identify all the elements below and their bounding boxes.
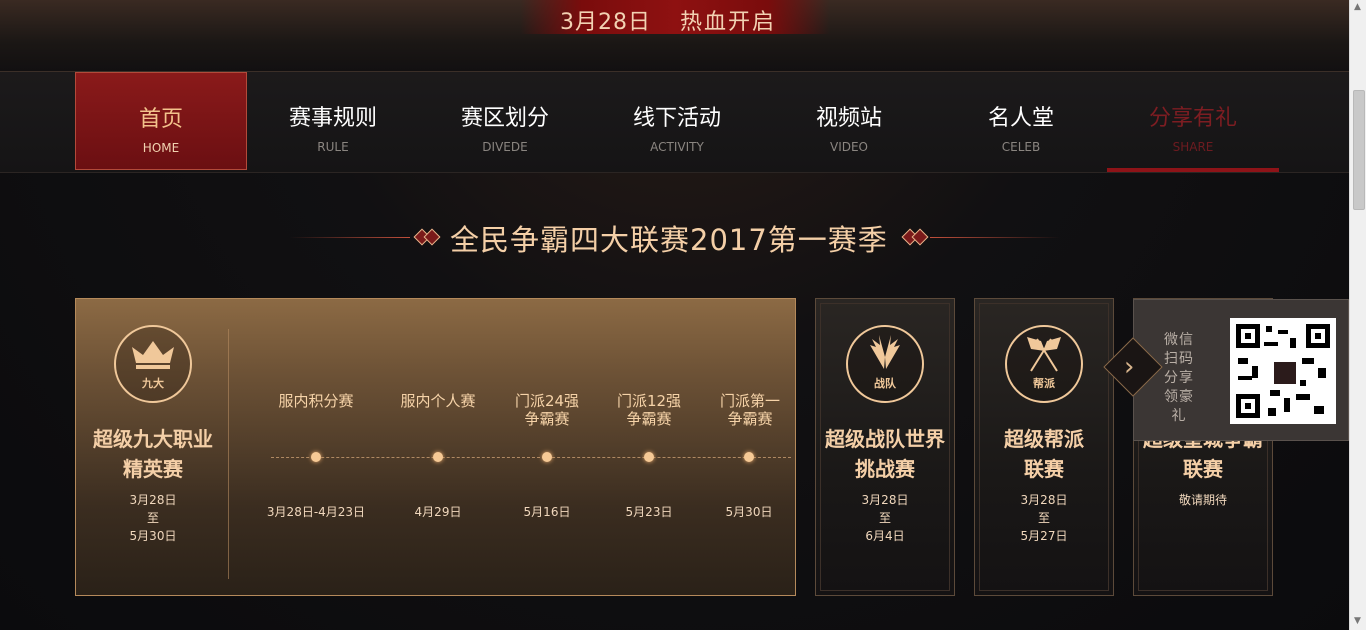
date-sep: 至 <box>1037 511 1050 525</box>
nav-item-sublabel: RULE <box>317 140 349 154</box>
nav-item-label: 赛事规则 <box>288 106 377 131</box>
stage-date: 4月29日 <box>414 505 462 519</box>
card-title-line: 挑战赛 <box>855 457 915 481</box>
flags-icon: 帮派 <box>1005 325 1083 403</box>
nav-active-underline <box>1107 168 1279 172</box>
title-line-left <box>290 237 410 238</box>
date-start: 3月28日 <box>861 493 909 507</box>
stage-label-line: 服内积分赛 <box>278 392 354 410</box>
scroll-up-icon[interactable]: ▲ <box>1354 2 1361 12</box>
nav-item-sublabel: SHARE <box>1172 140 1214 154</box>
stage-label: 服内积分赛 <box>268 392 364 410</box>
nav-item-sublabel: ACTIVITY <box>650 140 704 154</box>
crown-icon: 九大 <box>114 325 192 403</box>
date-start: 3月28日 <box>1020 493 1068 507</box>
nav-item-share[interactable]: 分享有礼 SHARE <box>1107 72 1279 172</box>
card-date: 3月28日 至 6月4日 <box>816 491 954 545</box>
banner-date: 3月28日 <box>560 10 651 35</box>
stage-dot <box>542 452 552 462</box>
date-sep: 至 <box>146 511 159 525</box>
main-nav: 首页 HOME 赛事规则 RULE 赛区划分 DIVEDE 线下活动 ACTIV… <box>0 71 1349 173</box>
stage-label-line: 门派12强 <box>616 392 682 410</box>
nav-item-home[interactable]: 首页 HOME <box>75 72 247 170</box>
date-start: 3月28日 <box>129 493 177 507</box>
stage-date: 5月30日 <box>725 505 773 519</box>
qr-code <box>1230 318 1336 424</box>
date-end: 5月27日 <box>1020 529 1068 543</box>
qr-logo <box>1272 360 1298 386</box>
stage-date: 3月28日-4月23日 <box>266 505 366 519</box>
nav-item-label: 名人堂 <box>987 106 1054 131</box>
stage-date: 5月23日 <box>625 505 673 519</box>
nav-item-label: 分享有礼 <box>1148 106 1237 131</box>
nav-item-activity[interactable]: 线下活动 ACTIVITY <box>591 72 763 170</box>
stage-label-line: 服内个人赛 <box>400 392 476 410</box>
card-title-line: 联赛 <box>1183 457 1223 481</box>
stage-label: 门派24强 争霸赛 <box>499 392 595 428</box>
date-end: 6月4日 <box>865 529 905 543</box>
stage-date: 5月16日 <box>523 505 571 519</box>
nav-item-sublabel: HOME <box>142 141 180 155</box>
nav-item-divide[interactable]: 赛区划分 DIVEDE <box>419 72 591 170</box>
league-card-guild[interactable]: 帮派 超级帮派 联赛 3月28日 至 5月27日 <box>974 298 1114 596</box>
emblem-caption: 九大 <box>142 377 164 390</box>
scrollbar-thumb[interactable] <box>1353 90 1365 210</box>
nav-item-label: 赛区划分 <box>460 106 549 131</box>
nav-item-sublabel: DIVEDE <box>482 140 528 154</box>
date-end: 5月30日 <box>129 529 177 543</box>
nav-item-sublabel: CELEB <box>1001 140 1041 154</box>
top-banner: 3月28日 热血开启 <box>0 0 1349 71</box>
card-title-line: 精英赛 <box>123 457 183 481</box>
nav-item-video[interactable]: 视频站 VIDEO <box>763 72 935 170</box>
stage-label-line: 争霸赛 <box>727 410 773 428</box>
timeline-line <box>271 457 791 458</box>
card-title-line: 超级帮派 <box>1004 427 1084 451</box>
nav-item-celeb[interactable]: 名人堂 CELEB <box>935 72 1107 170</box>
share-panel-text: 微信扫码分享领豪礼 <box>1164 332 1194 424</box>
nav-item-label: 视频站 <box>815 106 882 131</box>
league-card-nine-classes[interactable]: 九大 超级九大职业 精英赛 3月28日 至 5月30日 服内积分赛 3月28日-… <box>75 298 796 596</box>
nav-item-label: 线下活动 <box>632 106 721 131</box>
stage-label: 服内个人赛 <box>390 392 486 410</box>
stage-label: 门派第一 争霸赛 <box>702 392 798 428</box>
card-title: 超级九大职业 精英赛 <box>76 424 230 484</box>
stage-label-line: 门派第一 <box>719 392 780 410</box>
emblem-caption: 战队 <box>874 377 896 390</box>
card-status: 敬请期待 <box>1178 493 1227 507</box>
league-card-team[interactable]: 战队 超级战队世界 挑战赛 3月28日 至 6月4日 <box>815 298 955 596</box>
card-title-line: 联赛 <box>1024 457 1064 481</box>
stage-label: 门派12强 争霸赛 <box>601 392 697 428</box>
diamond-icon <box>911 228 929 246</box>
section-title: 全民争霸四大联赛2017第一赛季 <box>290 215 1070 259</box>
date-sep: 至 <box>878 511 891 525</box>
emblem-caption: 帮派 <box>1033 377 1055 390</box>
stage-dot <box>644 452 654 462</box>
banner-headline: 热血开启 <box>680 10 777 35</box>
stage-label-line: 门派24强 <box>514 392 580 410</box>
scroll-down-icon[interactable]: ▼ <box>1354 616 1361 626</box>
stage-dot <box>311 452 321 462</box>
stage-dot <box>433 452 443 462</box>
card-title: 超级帮派 联赛 <box>975 424 1113 484</box>
nav-item-sublabel: VIDEO <box>829 140 868 154</box>
section-title-text: 全民争霸四大联赛2017第一赛季 <box>450 223 888 257</box>
diamond-icon <box>423 228 441 246</box>
stage-label-line: 争霸赛 <box>626 410 672 428</box>
wings-icon: 战队 <box>846 325 924 403</box>
card-date: 3月28日 至 5月27日 <box>975 491 1113 545</box>
card-title: 超级战队世界 挑战赛 <box>816 424 954 484</box>
nav-item-label: 首页 <box>138 107 183 132</box>
nav-item-rule[interactable]: 赛事规则 RULE <box>247 72 419 170</box>
stage-label-line: 争霸赛 <box>524 410 570 428</box>
card-date: 3月28日 至 5月30日 <box>76 491 230 545</box>
scrollbar[interactable]: ▲ ▼ <box>1349 0 1366 630</box>
card-divider <box>228 329 229 579</box>
card-title-line: 超级战队世界 <box>825 427 945 451</box>
card-title-line: 超级九大职业 <box>93 427 213 451</box>
stage-dot <box>744 452 754 462</box>
share-qr-panel: 微信扫码分享领豪礼 <box>1133 299 1349 441</box>
title-line-right <box>930 237 1060 238</box>
